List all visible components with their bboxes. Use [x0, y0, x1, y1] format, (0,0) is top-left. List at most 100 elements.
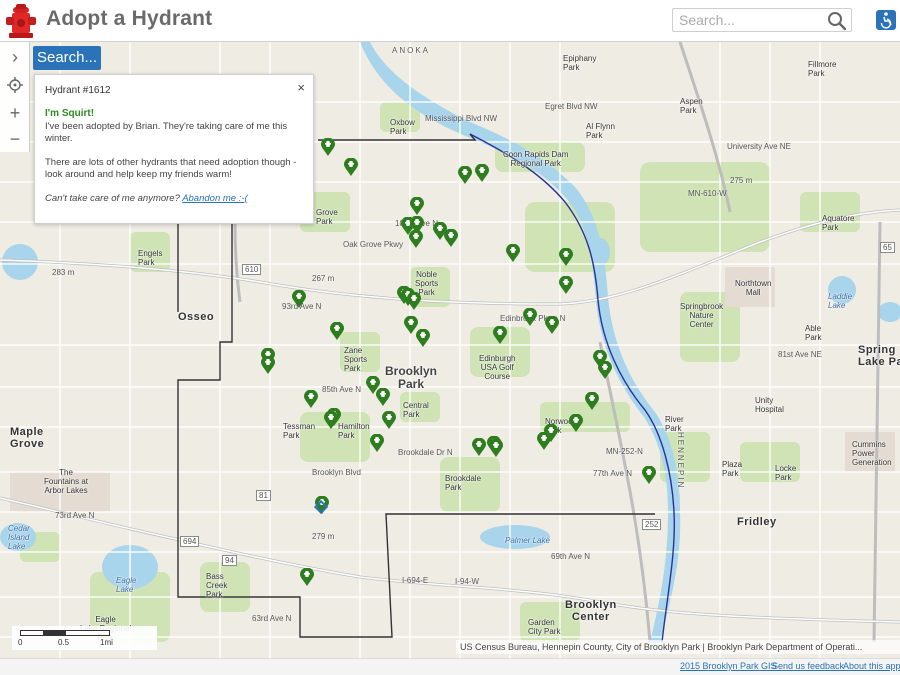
hydrant-pin-icon[interactable]: [324, 411, 338, 429]
label-laddie-lake: Laddie Lake: [828, 292, 853, 310]
abandon-link[interactable]: Abandon me :-(: [182, 193, 247, 204]
scale-bar-segment: [43, 631, 66, 635]
popup-close-button[interactable]: ×: [297, 80, 305, 95]
crosshair-icon: [7, 77, 23, 93]
road-shield-94: 94: [222, 555, 237, 566]
hydrant-pin-icon[interactable]: [559, 248, 573, 266]
popup-heading: I'm Squirt!: [45, 108, 95, 119]
scale-label-one: 1mi: [100, 638, 113, 647]
scale-label-half: 0.5: [58, 638, 70, 647]
hydrant-pin-icon[interactable]: [559, 276, 573, 294]
road-label-279: 279 m: [312, 532, 335, 541]
header-search-box[interactable]: [672, 8, 852, 32]
footer-gis-link[interactable]: 2015 Brooklyn Park GIS: [680, 661, 777, 671]
footer-feedback-link[interactable]: Send us feedback: [772, 661, 844, 671]
hydrant-pin-icon[interactable]: [493, 326, 507, 344]
header-search-input[interactable]: [673, 9, 821, 31]
road-shield-252: 252: [642, 519, 662, 530]
label-brookdale-park: Brookdale Park: [445, 474, 482, 492]
plus-icon: +: [9, 102, 21, 123]
hydrant-pin-icon[interactable]: [321, 138, 335, 156]
road-shield-81: 81: [256, 490, 271, 501]
hydrant-pin-icon[interactable]: [344, 158, 358, 176]
road-label-267: 267 m: [312, 274, 335, 283]
hydrant-pin-icon[interactable]: [475, 164, 489, 182]
zoom-in-button[interactable]: +: [0, 100, 30, 126]
search-icon[interactable]: [827, 11, 847, 31]
label-fridley: Fridley: [737, 516, 777, 528]
label-aquatore-park: Aquatore Park: [822, 214, 855, 232]
label-brooklyn-center: Brooklyn Center: [565, 599, 617, 623]
hydrant-pin-icon[interactable]: [472, 438, 486, 456]
locate-button[interactable]: [0, 72, 30, 98]
road-label-283: 283 m: [52, 268, 75, 277]
label-central-park: Central Park: [403, 401, 429, 419]
label-brooklyn-park: Brooklyn Park: [385, 364, 438, 391]
road-label-mn610: MN-610-W: [688, 189, 727, 198]
label-zane-sports-park: Zane Sports Park: [344, 346, 368, 373]
hydrant-pin-icon[interactable]: [545, 316, 559, 334]
road-shield-65: 65: [880, 242, 895, 253]
road-shield-610: 610: [242, 264, 262, 275]
hydrant-pin-icon[interactable]: [489, 439, 503, 457]
hydrant-pin-icon[interactable]: [409, 230, 423, 248]
scale-bar-graphic: [20, 630, 110, 636]
hydrant-pin-icon[interactable]: [292, 290, 306, 308]
hydrant-pin-icon[interactable]: [370, 434, 384, 452]
road-label-69th-ave: 69th Ave N: [551, 552, 590, 561]
scale-label-zero: 0: [18, 638, 23, 647]
label-bass-creek-park: Bass Creek Park: [206, 572, 228, 599]
label-garden-city-park: Garden City Park: [528, 618, 561, 636]
hydrant-pin-icon[interactable]: [416, 329, 430, 347]
hydrant-pin-icon[interactable]: [458, 166, 472, 184]
road-label-brooklyn-blvd: Brooklyn Blvd: [312, 468, 361, 477]
hydrant-pin-icon[interactable]: [382, 411, 396, 429]
label-maple-grove: Maple Grove: [10, 426, 45, 450]
label-cummins: Cummins Power Generation: [852, 440, 892, 467]
label-anoka: ANOKA: [392, 46, 431, 55]
zoom-out-button[interactable]: −: [0, 126, 30, 152]
label-springbrook: Springbrook Nature Center: [680, 302, 724, 329]
road-shield-694: 694: [180, 536, 200, 547]
hydrant-pin-icon[interactable]: [569, 414, 583, 432]
app-header: Adopt a Hydrant: [0, 0, 900, 42]
hydrant-pin-icon[interactable]: [585, 392, 599, 410]
label-tessman-park: Tessman Park: [283, 422, 316, 440]
label-palmer-lake: Palmer Lake: [505, 536, 550, 545]
hydrant-pin-icon[interactable]: [642, 466, 656, 484]
road-label-mississippi-blvd: Mississippi Blvd NW: [425, 114, 498, 123]
hydrant-pin-icon[interactable]: [300, 568, 314, 586]
map-controls: › + −: [0, 42, 30, 152]
hydrant-pin-icon[interactable]: [330, 322, 344, 340]
footer-about-link[interactable]: About this app: [843, 661, 900, 671]
hydrant-pin-icon[interactable]: [261, 356, 275, 374]
road-label-275: 275 m: [730, 176, 753, 185]
hydrant-pin-icon[interactable]: [444, 229, 458, 247]
map-attribution: US Census Bureau, Hennepin County, City …: [456, 640, 900, 654]
minus-icon: −: [9, 128, 21, 149]
road-label-63rd-ave: 63rd Ave N: [252, 614, 292, 623]
label-river-park: River Park: [665, 415, 684, 433]
hydrant-pin-icon[interactable]: [376, 388, 390, 406]
hydrant-pin-icon[interactable]: [407, 292, 421, 310]
hydrant-pin-icon[interactable]: [304, 390, 318, 408]
hydrant-pin-icon[interactable]: [598, 361, 612, 379]
road-label-85th-ave: 85th Ave N: [322, 385, 361, 394]
map-search-button[interactable]: Search...: [33, 46, 101, 70]
popup-help-text: There are lots of other hydrants that ne…: [45, 157, 297, 180]
chevron-right-icon: ›: [12, 46, 18, 67]
hydrant-pin-icon[interactable]: [410, 197, 424, 215]
label-aspen-park: Aspen Park: [680, 97, 703, 115]
expand-panel-button[interactable]: ›: [0, 44, 30, 70]
app-footer: 2015 Brooklyn Park GIS Send us feedback …: [0, 658, 900, 675]
hydrant-pin-icon[interactable]: [506, 244, 520, 262]
accessibility-icon[interactable]: [876, 10, 896, 30]
label-spring-lake-park: Spring Lake Park: [858, 344, 900, 368]
hydrant-pin-icon[interactable]: [544, 424, 558, 442]
selected-hydrant-marker-icon[interactable]: [314, 500, 328, 514]
label-eagle-lake: Eagle Lake: [116, 576, 137, 594]
road-label-77th-ave: 77th Ave N: [593, 469, 632, 478]
hydrant-pin-icon[interactable]: [523, 308, 537, 326]
label-fillmore-park: Fillmore Park: [808, 60, 837, 78]
label-plaza-park: Plaza Park: [722, 460, 743, 478]
